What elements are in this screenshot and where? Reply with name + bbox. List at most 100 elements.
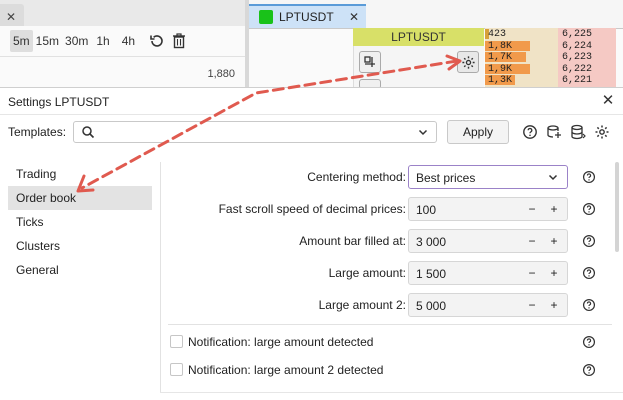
centering-method-label: Centering method:	[307, 170, 406, 184]
large-amount-stepper[interactable]: 1 500 − +	[408, 261, 568, 285]
fast-scroll-stepper[interactable]: 100 − +	[408, 197, 568, 221]
nav-item-ticks[interactable]: Ticks	[8, 210, 152, 234]
save-template-icon[interactable]	[545, 123, 563, 141]
large-amount-2-value: 5 000	[416, 299, 447, 313]
timeframe-4h[interactable]: 4h	[119, 30, 138, 52]
amount-bar-label: Amount bar filled at:	[299, 234, 406, 248]
instrument-status-icon	[259, 10, 273, 24]
increment-button[interactable]: +	[543, 230, 565, 252]
help-icon[interactable]	[580, 232, 598, 250]
chevron-down-icon	[417, 126, 429, 141]
price-level[interactable]: 6,224	[562, 41, 592, 52]
database-icon[interactable]	[569, 123, 587, 141]
chart-tab-strip: ✕	[0, 0, 245, 26]
large-amount-2-stepper[interactable]: 5 000 − +	[408, 293, 568, 317]
nav-item-general[interactable]: General	[8, 258, 152, 282]
volume-label: 423	[488, 29, 507, 40]
instrument-tab[interactable]: LPTUSDT ✕	[249, 4, 366, 28]
notification-large-2-row: Notification: large amount 2 detected	[170, 360, 610, 382]
volume-label: 1,9K	[488, 63, 513, 75]
large-amount-value: 1 500	[416, 267, 447, 281]
orderbook-layout-button[interactable]	[359, 51, 381, 73]
nav-item-trading[interactable]: Trading	[8, 162, 152, 186]
chart-divider	[0, 56, 245, 57]
notification-large-checkbox[interactable]	[170, 335, 183, 348]
increment-button[interactable]: +	[543, 198, 565, 220]
orderbook-volumes: 423 1,8K 1,7K 1,9K 1,3K	[485, 28, 558, 87]
settings-dialog: Settings LPTUSDT ✕ Templates: Apply Trad…	[0, 87, 623, 400]
layout-icon	[364, 56, 375, 67]
increment-button[interactable]: +	[543, 262, 565, 284]
large-amount-2-row: Large amount 2: 5 000 − +	[160, 293, 610, 317]
search-icon	[81, 125, 95, 142]
timeframe-toolbar: 5m 15m 30m 1h 4h	[0, 28, 245, 54]
scrollbar-thumb[interactable]	[615, 162, 619, 252]
dialog-title: Settings LPTUSDT	[8, 95, 110, 109]
chart-tab[interactable]: ✕	[0, 4, 24, 26]
notification-large-label[interactable]: Notification: large amount detected	[188, 335, 373, 349]
trash-icon[interactable]	[168, 30, 190, 52]
instrument-tab-close-icon[interactable]: ✕	[349, 10, 359, 24]
close-icon[interactable]: ✕	[599, 92, 617, 110]
timeframe-30m[interactable]: 30m	[62, 30, 91, 52]
centering-method-select[interactable]: Best prices	[408, 165, 568, 189]
price-level[interactable]: 6,222	[562, 64, 592, 75]
large-amount-row: Large amount: 1 500 − +	[160, 261, 610, 285]
decrement-button[interactable]: −	[521, 198, 543, 220]
decrement-button[interactable]: −	[521, 294, 543, 316]
orderbook-controls	[353, 46, 484, 89]
apply-button[interactable]: Apply	[447, 120, 509, 144]
gear-icon	[461, 55, 475, 69]
timeframe-1h[interactable]: 1h	[93, 30, 112, 52]
help-icon[interactable]	[580, 264, 598, 282]
help-icon[interactable]	[580, 361, 598, 379]
orderbook-title: LPTUSDT	[353, 28, 484, 46]
orderbook-settings-button[interactable]	[457, 51, 479, 73]
timeframe-5m[interactable]: 5m	[10, 30, 33, 52]
fast-scroll-label: Fast scroll speed of decimal prices:	[218, 202, 406, 216]
chart-price-label: 1,880	[207, 68, 235, 80]
help-icon[interactable]	[580, 333, 598, 351]
decrement-button[interactable]: −	[521, 230, 543, 252]
large-amount-label: Large amount:	[328, 266, 406, 280]
nav-item-order-book[interactable]: Order book	[8, 186, 152, 210]
fast-scroll-value: 100	[416, 203, 437, 217]
amount-bar-stepper[interactable]: 3 000 − +	[408, 229, 568, 253]
help-icon[interactable]	[521, 123, 539, 141]
templates-select[interactable]	[73, 121, 437, 143]
orderbook-panel: LPTUSDT ✕ LPTUSDT 423 1,8K 1,7K 1,9K 1,3K 6,…	[249, 0, 623, 89]
settings-nav: Trading Order book Ticks Clusters Genera…	[8, 162, 152, 282]
notification-large-row: Notification: large amount detected	[170, 332, 610, 354]
price-level[interactable]: 6,225	[562, 29, 592, 40]
form-divider	[168, 324, 612, 325]
chevron-down-icon	[547, 171, 559, 186]
amount-bar-value: 3 000	[416, 235, 447, 249]
orderbook-prices: 6,225 6,224 6,223 6,222 6,221	[558, 28, 616, 87]
dialog-bottom-divider	[160, 392, 623, 393]
instrument-tab-label: LPTUSDT	[279, 10, 334, 24]
chart-tab-close-icon[interactable]: ✕	[6, 10, 16, 24]
notification-large-2-label[interactable]: Notification: large amount 2 detected	[188, 363, 383, 377]
gear-icon[interactable]	[593, 123, 611, 141]
timeframe-15m[interactable]: 15m	[33, 30, 62, 52]
dialog-title-divider	[0, 114, 623, 115]
price-level[interactable]: 6,221	[562, 75, 592, 86]
increment-button[interactable]: +	[543, 294, 565, 316]
help-icon[interactable]	[580, 200, 598, 218]
centering-method-value: Best prices	[416, 171, 476, 185]
chart-panel: ✕ 5m 15m 30m 1h 4h 1,880	[0, 0, 245, 87]
nav-item-clusters[interactable]: Clusters	[8, 234, 152, 258]
refresh-icon[interactable]	[146, 30, 168, 52]
templates-label: Templates:	[8, 125, 67, 139]
centering-method-row: Centering method: Best prices	[160, 165, 610, 189]
amount-bar-row: Amount bar filled at: 3 000 − +	[160, 229, 610, 253]
large-amount-2-label: Large amount 2:	[318, 298, 406, 312]
help-icon[interactable]	[580, 168, 598, 186]
volume-label: 1,8K	[488, 40, 513, 52]
decrement-button[interactable]: −	[521, 262, 543, 284]
price-level[interactable]: 6,223	[562, 52, 592, 63]
volume-label: 1,7K	[488, 52, 513, 64]
help-icon[interactable]	[580, 296, 598, 314]
notification-large-2-checkbox[interactable]	[170, 363, 183, 376]
fast-scroll-row: Fast scroll speed of decimal prices: 100…	[160, 197, 610, 221]
